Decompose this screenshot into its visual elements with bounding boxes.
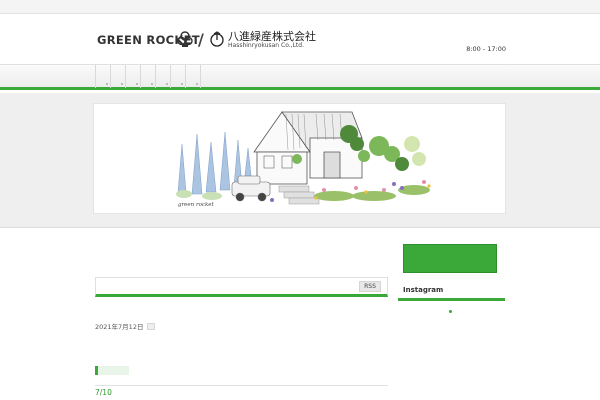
intro-text [96, 243, 386, 263]
hero-illustration: green rocket [93, 103, 506, 214]
company-romaji: Hasshinryokusan Co.,Ltd. [228, 42, 304, 49]
intro-line-1 [96, 243, 386, 253]
rss-button[interactable]: RSS [359, 281, 381, 292]
cta-subtitle [408, 262, 494, 270]
top-info-bar [0, 0, 600, 14]
news-section-header: RSS [95, 277, 388, 297]
news-section-title [102, 282, 302, 292]
main-navigation [0, 64, 600, 90]
nav-item-2[interactable] [110, 65, 125, 88]
nav-item-6[interactable] [170, 65, 185, 88]
post-divider [95, 385, 388, 386]
nav-item-7[interactable] [185, 65, 201, 88]
post-meta: 2021年7月12日 [95, 322, 388, 331]
phone-label [440, 32, 505, 42]
instagram-title: Instagram [403, 286, 444, 294]
logo-separator: / [198, 30, 204, 49]
nav-items [95, 65, 201, 88]
news-post: 2021年7月12日 [95, 307, 388, 386]
nav-item-4[interactable] [140, 65, 155, 88]
news-post: 7/10 [95, 388, 388, 399]
post-date: 2021年7月12日 [95, 323, 144, 331]
post-category-tag[interactable] [147, 322, 156, 330]
loading-dot-icon [449, 310, 452, 313]
contact-cta-button[interactable] [403, 244, 497, 273]
instagram-widget-header: Instagram [398, 283, 505, 301]
top-info-text [96, 2, 516, 11]
garden-house-illustration [176, 111, 431, 205]
nav-item-5[interactable] [155, 65, 170, 88]
post-title-link[interactable]: 7/10 [95, 388, 388, 399]
business-hours: 8:00 - 17:00 [466, 45, 506, 53]
site-logo[interactable]: GREEN ROCKET / 八進緑産株式会社 Hasshinryokusan … [97, 28, 327, 52]
intro-line-2 [96, 253, 386, 263]
read-more-button[interactable] [95, 366, 129, 375]
company-emblem-icon [210, 31, 224, 47]
gear-flower-icon [177, 31, 193, 47]
nav-item-home[interactable] [95, 65, 110, 88]
cta-title [408, 250, 494, 260]
post-title-link[interactable] [95, 307, 388, 318]
nav-item-3[interactable] [125, 65, 140, 88]
post-excerpt [95, 333, 388, 360]
hero-signature: green rocket [178, 202, 214, 208]
